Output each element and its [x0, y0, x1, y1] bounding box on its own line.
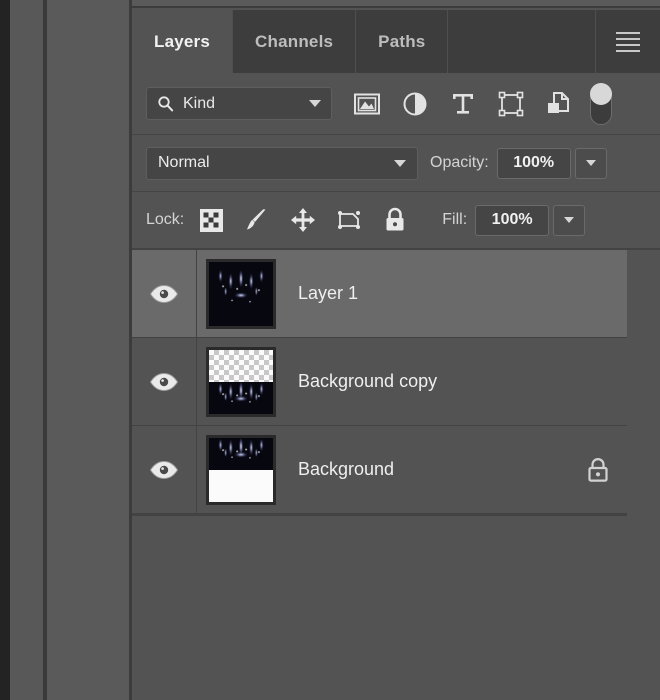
- panel-menu-button[interactable]: [596, 10, 660, 73]
- photoshop-layers-panel-screen: Layers Channels Paths Kind Normal Opacit…: [0, 0, 660, 700]
- layer-list-bottom-divider: [132, 514, 627, 516]
- filter-type-icons: [354, 91, 572, 117]
- layers-panel: Layers Channels Paths Kind Normal Opacit…: [132, 10, 660, 700]
- layer-thumbnail: [206, 258, 276, 329]
- filter-pixel-layers-icon[interactable]: [354, 91, 380, 117]
- blend-mode-value: Normal: [158, 154, 210, 171]
- thumbnail-artwork: [209, 261, 273, 326]
- opacity-label: Opacity:: [430, 154, 489, 171]
- layer-list: Layer 1 Background copy Background: [132, 250, 660, 516]
- layer-visibility-toggle[interactable]: [132, 338, 197, 425]
- lock-buttons: [198, 207, 408, 233]
- chevron-down-icon: [394, 159, 406, 167]
- lock-row: Lock: Fill: 100%: [132, 192, 660, 250]
- thumbnail-white-area: [209, 469, 273, 502]
- tab-bar-filler: [448, 10, 596, 73]
- eye-visibility-icon: [149, 372, 179, 391]
- lock-all-icon[interactable]: [382, 207, 408, 233]
- lock-artboard-nesting-icon[interactable]: [336, 207, 362, 233]
- opacity-slider-button[interactable]: [574, 147, 607, 179]
- thumbnail-artwork: [209, 437, 273, 470]
- layer-name[interactable]: Background copy: [285, 371, 569, 392]
- filter-smart-objects-icon[interactable]: [546, 91, 572, 117]
- filter-adjustment-layers-icon[interactable]: [402, 91, 428, 117]
- eye-visibility-icon: [149, 284, 179, 303]
- opacity-value: 100%: [513, 154, 555, 171]
- tool-column-strip: [10, 0, 43, 700]
- fill-label: Fill:: [442, 211, 468, 228]
- panel-top-sliver: [132, 0, 660, 8]
- opacity-input[interactable]: 100%: [496, 147, 571, 179]
- eye-visibility-icon: [149, 460, 179, 479]
- thumbnail-transparency-checker: [209, 349, 273, 382]
- hamburger-menu-icon: [616, 30, 640, 54]
- layer-name[interactable]: Layer 1: [285, 283, 569, 304]
- workspace-background: [47, 0, 131, 700]
- panel-tab-bar: Layers Channels Paths: [132, 10, 660, 73]
- tab-paths-label: Paths: [378, 31, 426, 51]
- toggle-knob: [590, 82, 612, 105]
- fill-slider-button[interactable]: [553, 204, 586, 236]
- padlock-icon: [588, 457, 608, 482]
- window-left-edge: [0, 0, 10, 700]
- table-row[interactable]: Layer 1: [132, 250, 627, 338]
- thumbnail-artwork: [209, 381, 273, 414]
- table-row[interactable]: Background: [132, 426, 627, 514]
- layer-lock-badge[interactable]: [569, 456, 627, 484]
- filter-enable-toggle[interactable]: [590, 82, 612, 125]
- layer-name[interactable]: Background: [285, 459, 569, 480]
- fill-input[interactable]: 100%: [475, 204, 550, 236]
- lock-label: Lock:: [146, 211, 185, 228]
- blend-mode-row: Normal Opacity: 100%: [132, 135, 660, 192]
- filter-kind-dropdown[interactable]: Kind: [146, 87, 332, 120]
- tab-layers[interactable]: Layers: [132, 10, 234, 73]
- blend-mode-dropdown[interactable]: Normal: [146, 146, 418, 180]
- table-row[interactable]: Background copy: [132, 338, 627, 426]
- layer-visibility-toggle[interactable]: [132, 250, 197, 337]
- fill-value: 100%: [491, 211, 533, 228]
- filter-type-layers-icon[interactable]: [450, 91, 476, 117]
- search-icon: [158, 96, 174, 112]
- lock-transparent-pixels-icon[interactable]: [198, 207, 224, 233]
- layer-thumbnail: [206, 346, 276, 417]
- layer-filter-row: Kind: [132, 73, 660, 135]
- filter-shape-layers-icon[interactable]: [498, 91, 524, 117]
- chevron-down-icon: [564, 217, 575, 223]
- chevron-down-icon: [585, 160, 596, 166]
- tab-paths[interactable]: Paths: [356, 10, 449, 73]
- layer-thumbnail-cell[interactable]: [197, 258, 285, 329]
- lock-position-icon[interactable]: [290, 207, 316, 233]
- tab-layers-label: Layers: [154, 31, 211, 51]
- layer-thumbnail: [206, 434, 276, 505]
- tab-channels-label: Channels: [255, 31, 334, 51]
- layer-visibility-toggle[interactable]: [132, 426, 197, 513]
- layer-thumbnail-cell[interactable]: [197, 434, 285, 505]
- layer-thumbnail-cell[interactable]: [197, 346, 285, 417]
- chevron-down-icon: [309, 100, 321, 107]
- lock-image-pixels-icon[interactable]: [244, 207, 270, 233]
- tab-channels[interactable]: Channels: [233, 10, 357, 73]
- filter-kind-label: Kind: [183, 94, 216, 112]
